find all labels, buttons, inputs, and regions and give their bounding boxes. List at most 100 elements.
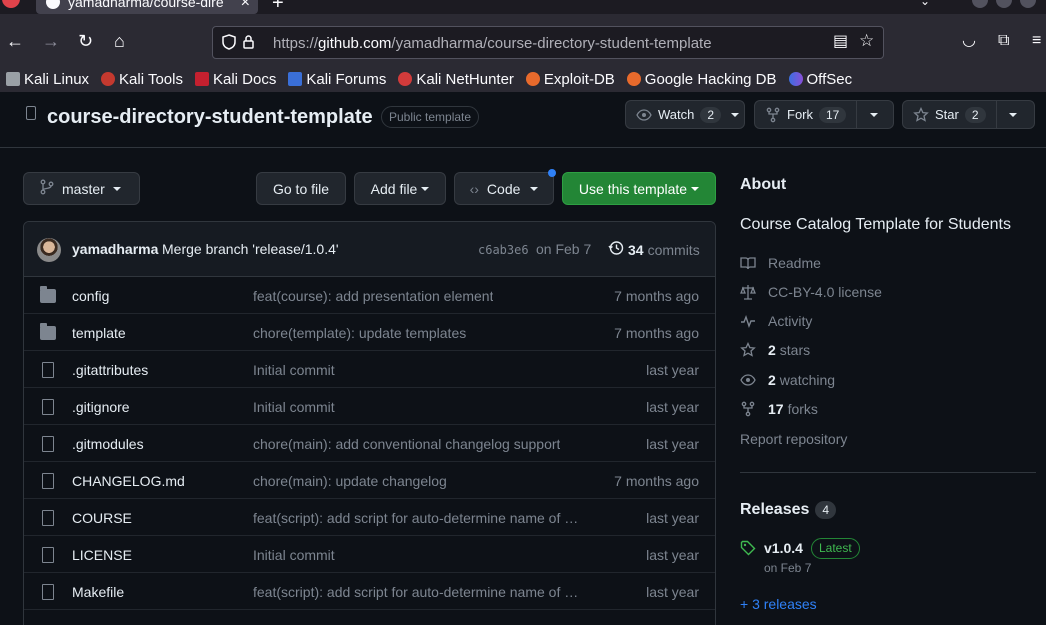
use-template-chevron-icon	[691, 186, 700, 191]
file-name[interactable]: .gitattributes	[72, 362, 148, 378]
fork-count: 17	[819, 106, 847, 123]
github-favicon-icon	[46, 0, 60, 9]
fork-dropdown-chevron-icon[interactable]	[856, 101, 890, 128]
commit-author-link[interactable]: yamadharma	[72, 241, 158, 257]
add-file-button[interactable]: Add file	[354, 172, 446, 205]
license-link[interactable]: CC-BY-4.0 license	[740, 284, 882, 300]
window-minimize-icon[interactable]	[972, 0, 988, 8]
go-to-file-button[interactable]: Go to file	[256, 172, 346, 205]
releases-heading-link[interactable]: Releases 4	[740, 501, 837, 519]
pocket-icon[interactable]: ◡	[962, 32, 976, 50]
file-commit-message[interactable]: chore(main): update changelog	[253, 473, 447, 489]
more-releases-link[interactable]: + 3 releases	[740, 596, 817, 612]
bookmark-star-icon[interactable]: ☆	[859, 32, 874, 50]
history-clock-icon	[608, 240, 624, 259]
file-name[interactable]: config	[72, 288, 109, 304]
use-template-button[interactable]: Use this template	[562, 172, 716, 205]
forks-label: forks	[787, 401, 818, 417]
activity-link[interactable]: Activity	[740, 313, 812, 329]
watch-count: 2	[700, 106, 722, 123]
file-commit-message[interactable]: feat(script): add script for auto-determ…	[253, 584, 578, 600]
bookmark-exploit-db[interactable]: Exploit-DB	[525, 71, 615, 88]
file-row[interactable]: template chore(template): update templat…	[24, 314, 715, 351]
reader-view-icon[interactable]: ▤	[833, 33, 848, 51]
readme-link[interactable]: Readme	[740, 255, 821, 271]
commit-message-link[interactable]: Merge branch 'release/1.0.4'	[162, 241, 339, 257]
new-tab-icon[interactable]: +	[272, 0, 284, 15]
extensions-icon[interactable]: ⧉	[998, 32, 1009, 50]
file-icon	[42, 399, 54, 415]
file-name[interactable]: .gitignore	[72, 399, 130, 415]
release-version-link[interactable]: v1.0.4	[764, 540, 803, 556]
bookmark-offsec[interactable]: OffSec	[788, 71, 852, 88]
commit-sha-link[interactable]: c6ab3e6	[478, 243, 529, 257]
file-row[interactable]: CHANGELOG.md chore(main): update changel…	[24, 462, 715, 499]
file-row[interactable]: .gitattributes Initial commit last year	[24, 351, 715, 388]
watch-chevron-down-icon	[731, 112, 740, 117]
file-commit-message[interactable]: Initial commit	[253, 547, 335, 563]
fork-button[interactable]: Fork 17	[754, 100, 894, 129]
watch-button[interactable]: Watch 2	[625, 100, 745, 129]
file-commit-message[interactable]: feat(script): add script for auto-determ…	[253, 510, 578, 526]
commit-history-link[interactable]: 34 commits	[608, 240, 700, 259]
bookmark-kali-forums[interactable]: Kali Forums	[288, 71, 386, 88]
file-age: last year	[646, 436, 699, 452]
tab-close-icon[interactable]: ×	[241, 0, 250, 12]
bookmark-kali-nethunter[interactable]: Kali NetHunter	[398, 71, 514, 88]
file-row[interactable]: .gitignore Initial commit last year	[24, 388, 715, 425]
repo-name-link[interactable]: course-directory-student-template	[47, 106, 373, 129]
bookmark-kali-linux[interactable]: Kali Linux	[6, 71, 89, 88]
branch-selector[interactable]: master	[23, 172, 140, 205]
file-name[interactable]: CHANGELOG.md	[72, 473, 185, 489]
app-menu-icon[interactable]: ≡	[1032, 32, 1041, 50]
folder-icon	[40, 286, 56, 303]
file-name[interactable]: Makefile	[72, 584, 124, 600]
code-chevron-icon	[530, 186, 539, 191]
file-icon	[42, 584, 54, 600]
url-bar[interactable]: https://github.com/yamadharma/course-dir…	[212, 26, 884, 59]
readme-label: Readme	[768, 255, 821, 271]
file-row[interactable]: .gitmodules chore(main): add conventiona…	[24, 425, 715, 462]
back-arrow-icon[interactable]: ←	[6, 32, 24, 50]
window-maximize-icon[interactable]	[996, 0, 1012, 8]
file-row[interactable]: config feat(course): add presentation el…	[24, 277, 715, 314]
file-commit-message[interactable]: Initial commit	[253, 362, 335, 378]
report-repository-link[interactable]: Report repository	[740, 431, 847, 447]
forward-arrow-icon[interactable]: →	[42, 32, 60, 50]
file-name[interactable]: .gitmodules	[72, 436, 144, 452]
window-close-icon[interactable]	[1020, 0, 1036, 8]
tab-list-chevron-icon[interactable]: ⌄	[920, 0, 930, 8]
file-row[interactable]: COURSE feat(script): add script for auto…	[24, 499, 715, 536]
file-commit-message[interactable]: chore(template): update templates	[253, 325, 466, 341]
forks-link[interactable]: 17 forks	[740, 401, 818, 417]
home-icon[interactable]: ⌂	[114, 32, 125, 50]
browser-menu-icon[interactable]	[2, 0, 20, 8]
reload-icon[interactable]: ↻	[78, 32, 93, 50]
commit-date: on Feb 7	[536, 241, 592, 257]
file-commit-message[interactable]: Initial commit	[253, 399, 335, 415]
bookmark-google-hacking-db[interactable]: Google Hacking DB	[626, 71, 777, 88]
file-age: last year	[646, 547, 699, 563]
star-list-chevron-icon[interactable]	[995, 101, 1030, 128]
file-browser: yamadharma Merge branch 'release/1.0.4' …	[23, 221, 716, 625]
watchers-link[interactable]: 2 watching	[740, 372, 835, 388]
file-commit-message[interactable]: chore(main): add conventional changelog …	[253, 436, 560, 452]
file-commit-message[interactable]: feat(course): add presentation element	[253, 288, 493, 304]
bookmark-kali-tools[interactable]: Kali Tools	[101, 71, 183, 88]
star-label: Star 2	[929, 101, 996, 128]
sidebar-divider	[740, 472, 1036, 473]
author-avatar[interactable]	[37, 238, 61, 262]
file-name[interactable]: COURSE	[72, 510, 132, 526]
shield-lock-icons	[221, 34, 255, 54]
watch-label: Watch 2	[652, 101, 731, 128]
file-name[interactable]: template	[72, 325, 126, 341]
bookmark-kali-docs[interactable]: Kali Docs	[194, 71, 276, 88]
stars-link[interactable]: 2 stars	[740, 341, 810, 358]
code-button[interactable]: ‹› Code	[454, 172, 554, 205]
file-name[interactable]: LICENSE	[72, 547, 132, 563]
file-row[interactable]: LICENSE Initial commit last year	[24, 536, 715, 573]
file-row[interactable]: Makefile feat(script): add script for au…	[24, 573, 715, 610]
license-label: CC-BY-4.0 license	[768, 284, 882, 300]
star-button[interactable]: Star 2	[902, 100, 1035, 129]
browser-tab-active[interactable]: yamadharma/course-dire ×	[36, 0, 258, 14]
